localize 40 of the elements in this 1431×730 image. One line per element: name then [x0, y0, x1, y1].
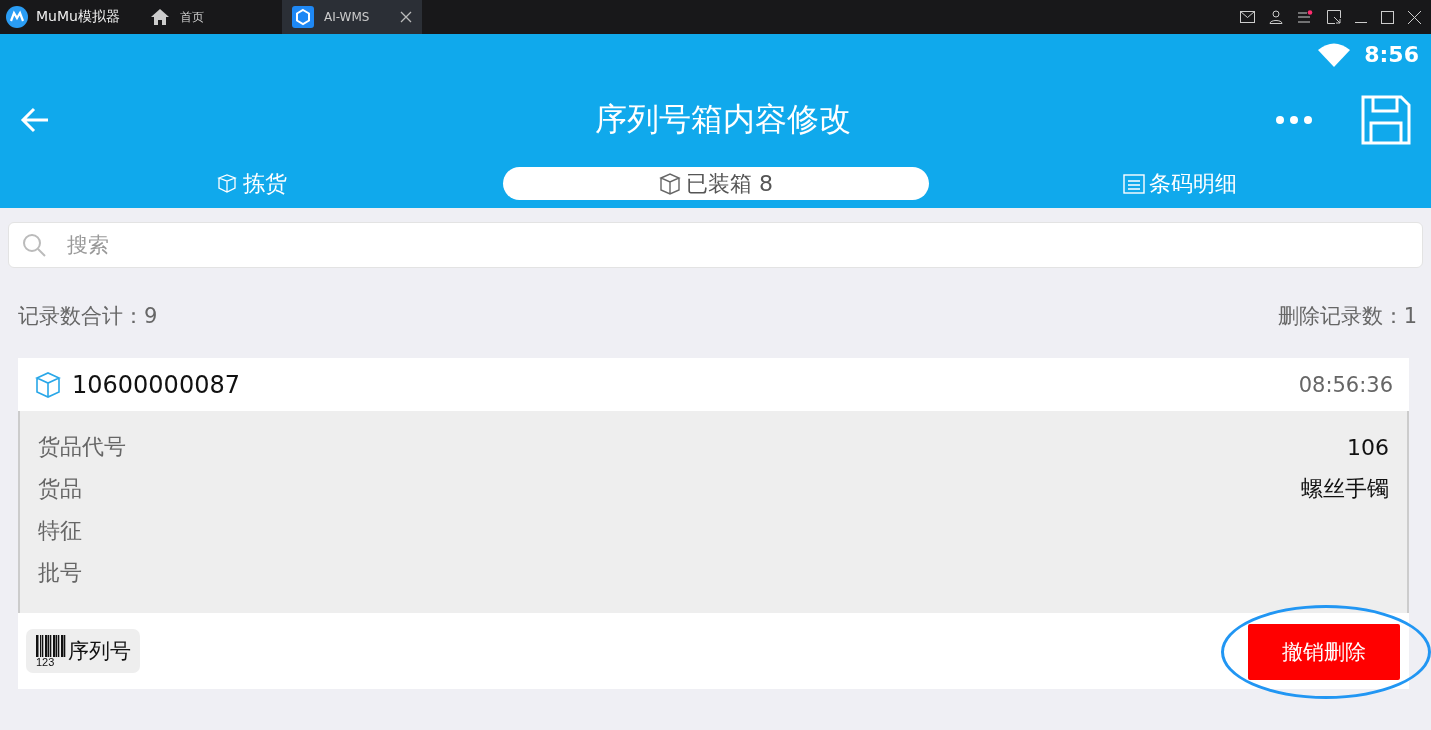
field-value: 106 — [1347, 434, 1389, 460]
record-code: 10600000087 — [72, 370, 241, 399]
search-field[interactable]: 搜索 — [8, 222, 1423, 268]
record-time: 08:56:36 — [1298, 372, 1393, 397]
app-name: MuMu模拟器 — [36, 8, 120, 26]
home-icon — [150, 8, 170, 26]
page-title: 序列号箱内容修改 — [593, 99, 852, 140]
box-icon — [34, 370, 62, 399]
user-icon[interactable] — [1269, 10, 1283, 24]
search-icon — [22, 233, 46, 257]
menu-icon[interactable] — [1297, 10, 1313, 24]
field-label: 货品代号 — [38, 433, 126, 461]
back-button[interactable] — [20, 107, 50, 133]
wifi-icon — [1318, 42, 1351, 67]
barcode-digits: 123 — [36, 656, 55, 668]
field-label: 货品 — [38, 475, 82, 503]
save-button[interactable] — [1361, 95, 1411, 145]
mail-icon[interactable] — [1240, 11, 1255, 23]
more-button[interactable] — [1275, 115, 1313, 125]
maximize-icon[interactable] — [1381, 10, 1394, 24]
field-value: 螺丝手镯 — [1301, 475, 1389, 503]
field-label: 特征 — [38, 517, 82, 545]
tab[interactable]: 已装箱 8 — [502, 167, 929, 200]
record-total: 记录数合计：9 — [18, 303, 158, 330]
serial-number-chip[interactable]: 123 序列号 — [26, 629, 140, 673]
close-icon[interactable] — [1408, 10, 1421, 24]
close-icon[interactable] — [400, 11, 412, 23]
emulator-tab[interactable]: AI-WMS — [282, 0, 422, 34]
list-icon — [1122, 172, 1145, 195]
app-logo-icon — [6, 6, 28, 28]
app-logo-icon — [292, 6, 314, 28]
field-label: 批号 — [38, 559, 82, 587]
emulator-tab[interactable]: 首页 — [140, 0, 282, 34]
barcode-icon — [36, 634, 66, 657]
deleted-count: 删除记录数：1 — [1277, 303, 1417, 330]
chip-label: 序列号 — [68, 638, 131, 665]
box-icon — [658, 171, 682, 196]
resize-icon[interactable] — [1327, 10, 1341, 24]
undo-delete-button[interactable]: 撤销删除 — [1248, 624, 1400, 680]
clock: 8:56 — [1364, 42, 1419, 67]
